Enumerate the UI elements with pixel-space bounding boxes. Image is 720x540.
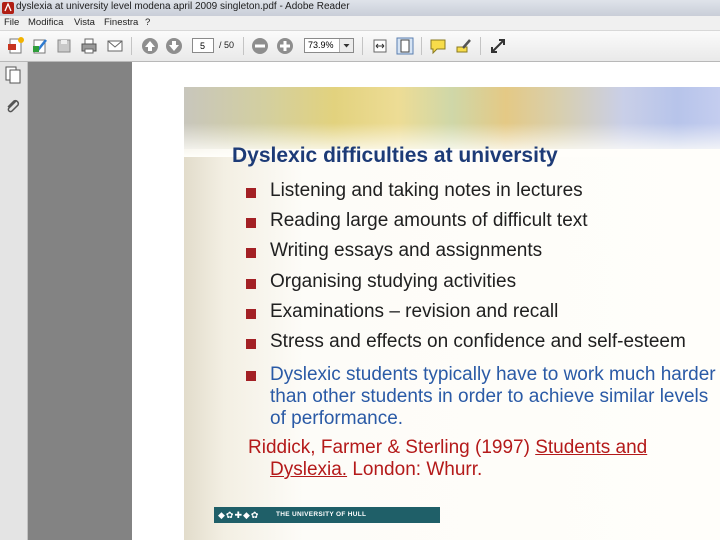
menu-file[interactable]: File [4,16,19,30]
emphasis-text: than other students in order to achieve … [270,386,709,407]
title-bar: dyslexia at university level modena apri… [0,0,720,16]
slide-title: Dyslexic difficulties at university [232,144,558,167]
print-icon[interactable] [79,36,99,56]
reference-book-title: Students and [535,437,648,458]
bullet-text: Listening and taking notes in lectures [270,180,583,201]
bullet-text: Reading large amounts of difficult text [270,210,588,231]
toolbar-separator [131,37,132,55]
navigation-panel [0,62,28,540]
save-icon[interactable] [54,36,74,56]
edit-icon[interactable] [30,36,50,56]
window-title: dyslexia at university level modena apri… [16,1,350,12]
adobe-reader-icon [2,2,14,14]
bullet-marker [246,371,256,381]
bullet-marker [246,248,256,258]
zoom-in-icon[interactable] [275,36,295,56]
menu-modifica[interactable]: Modifica [28,16,63,30]
chevron-down-icon[interactable] [339,39,353,52]
bullet-text: Stress and effects on confidence and sel… [270,331,686,352]
menu-bar: File Modifica Vista Finestra ? [0,16,720,31]
pages-icon[interactable] [4,66,22,84]
previous-page-icon[interactable] [140,36,160,56]
page-total: / 50 [219,40,235,50]
page-number-input[interactable]: 5 [192,38,214,53]
toolbar-separator [480,37,481,55]
attachment-icon[interactable] [4,97,22,115]
toolbar-separator [421,37,422,55]
expand-icon[interactable] [488,36,508,56]
toolbar-separator [243,37,244,55]
zoom-value: 73.9% [308,40,334,50]
fit-width-icon[interactable] [370,36,390,56]
toolbar-separator [362,37,363,55]
highlight-icon[interactable] [454,36,474,56]
bullet-marker [246,188,256,198]
comment-icon[interactable] [428,36,448,56]
reference: Riddick, Farmer & Sterling (1997) Studen… [248,437,647,481]
university-footer: ◆✿✚◆✿ THE UNIVERSITY OF HULL [214,507,440,523]
bullet-text: Examinations – revision and recall [270,301,559,322]
emphasis-text: of performance. [270,408,404,429]
next-page-icon[interactable] [164,36,184,56]
menu-vista[interactable]: Vista [74,16,95,30]
reference-authors: Riddick, Farmer & Sterling (1997) [248,437,536,458]
create-pdf-icon[interactable] [6,36,26,56]
zoom-out-icon[interactable] [250,36,270,56]
bullet-marker [246,218,256,228]
menu-help[interactable]: ? [145,16,150,30]
footer-text: THE UNIVERSITY OF HULL [276,511,367,518]
reference-book-title-cont: Dyslexia. [270,459,348,480]
toolbar: 5 / 50 73.9% [0,31,720,62]
email-icon[interactable] [105,36,125,56]
bullet-marker [246,279,256,289]
bullet-text: Writing essays and assignments [270,240,543,261]
reference-publisher: London: Whurr. [347,459,483,480]
menu-finestra[interactable]: Finestra [104,16,138,30]
slide: Dyslexic difficulties at university List… [184,87,720,540]
fit-page-icon[interactable] [395,36,415,56]
zoom-select[interactable]: 73.9% [304,38,354,53]
bullet-text: Organising studying activities [270,271,517,292]
university-crest-icon: ◆✿✚◆✿ [218,510,260,520]
bullet-marker [246,339,256,349]
bullet-marker [246,309,256,319]
emphasis-text: Dyslexic students typically have to work… [270,364,716,385]
